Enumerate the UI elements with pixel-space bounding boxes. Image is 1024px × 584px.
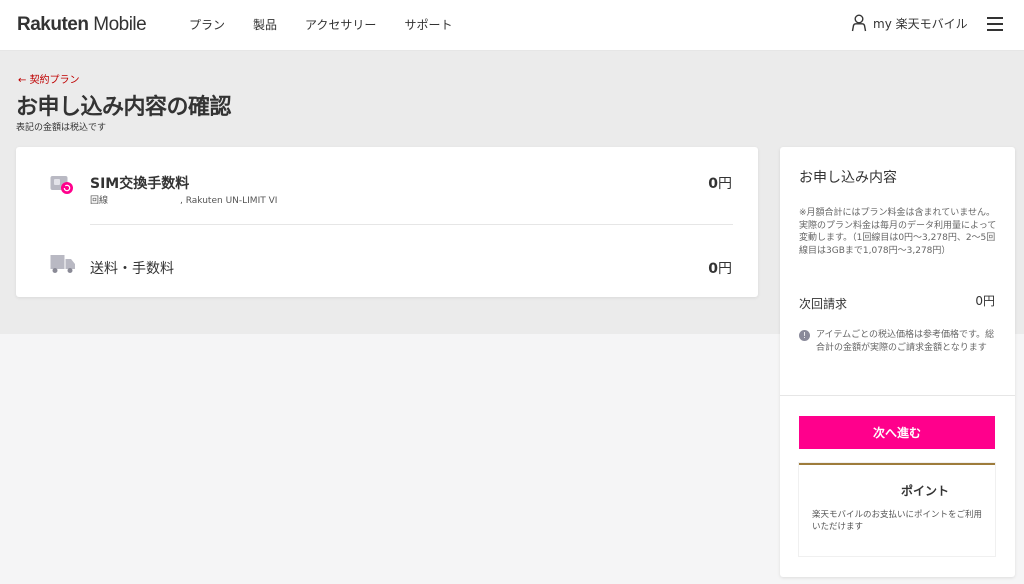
rakuten-mobile-logo[interactable]: Rakuten Mobile <box>17 14 147 36</box>
order-items-card: SIM交換手数料 回線 , Rakuten UN-LIMIT VI 0円 送料・… <box>16 147 758 297</box>
shipping-fee-price: 0円 <box>708 261 732 277</box>
nav-accessories[interactable]: アクセサリー <box>305 16 376 33</box>
sim-card-icon <box>50 176 73 194</box>
account-label: my 楽天モバイル <box>873 16 968 31</box>
truck-icon <box>50 255 75 273</box>
plan-fee-note: ※月額合計にはプラン料金は含まれていません。実際のプラン料金は毎月のデータ利用量… <box>799 208 997 256</box>
points-box: ポイント 楽天モバイルのお支払いにポイントをご利用いただけます <box>799 463 995 556</box>
main-nav: プラン 製品 アクセサリー サポート <box>189 16 480 33</box>
info-note: ! アイテムごとの税込価格は参考価格です。総合計の金額が実際のご請求金額となりま… <box>799 329 999 354</box>
points-title: ポイント <box>900 484 949 498</box>
divider <box>780 395 1015 396</box>
next-billing-value: 0円 <box>975 294 995 308</box>
proceed-button[interactable]: 次へ進む <box>799 416 995 449</box>
nav-plan[interactable]: プラン <box>189 16 225 33</box>
nav-support[interactable]: サポート <box>404 16 452 33</box>
site-header: Rakuten Mobile プラン 製品 アクセサリー サポート my 楽天モ… <box>0 0 1024 51</box>
info-note-text: アイテムごとの税込価格は参考価格です。総合計の金額が実際のご請求金額となります <box>816 330 995 353</box>
shipping-fee-title: 送料・手数料 <box>90 261 174 277</box>
nav-products[interactable]: 製品 <box>253 16 277 33</box>
page-title: お申し込み内容の確認 <box>16 95 232 120</box>
info-icon: ! <box>799 330 810 341</box>
summary-title: お申し込み内容 <box>799 170 897 186</box>
divider <box>90 224 733 225</box>
sim-line-info: 回線 , Rakuten UN-LIMIT VI <box>90 196 278 206</box>
next-billing-label: 次回請求 <box>799 297 848 311</box>
sim-fee-price: 0円 <box>708 176 732 192</box>
arrow-left-icon: ← <box>18 75 30 86</box>
hamburger-menu-icon[interactable] <box>987 17 1003 31</box>
user-icon <box>851 14 867 32</box>
my-rakuten-mobile-link[interactable]: my 楽天モバイル <box>851 14 968 32</box>
points-text: 楽天モバイルのお支払いにポイントをご利用いただけます <box>812 510 983 532</box>
tax-note: 表記の金額は税込です <box>16 123 107 133</box>
back-link[interactable]: ← 契約プラン <box>18 71 80 86</box>
sim-fee-title: SIM交換手数料 <box>90 176 190 192</box>
order-summary-card: お申し込み内容 ※月額合計にはプラン料金は含まれていません。実際のプラン料金は毎… <box>780 147 1015 577</box>
